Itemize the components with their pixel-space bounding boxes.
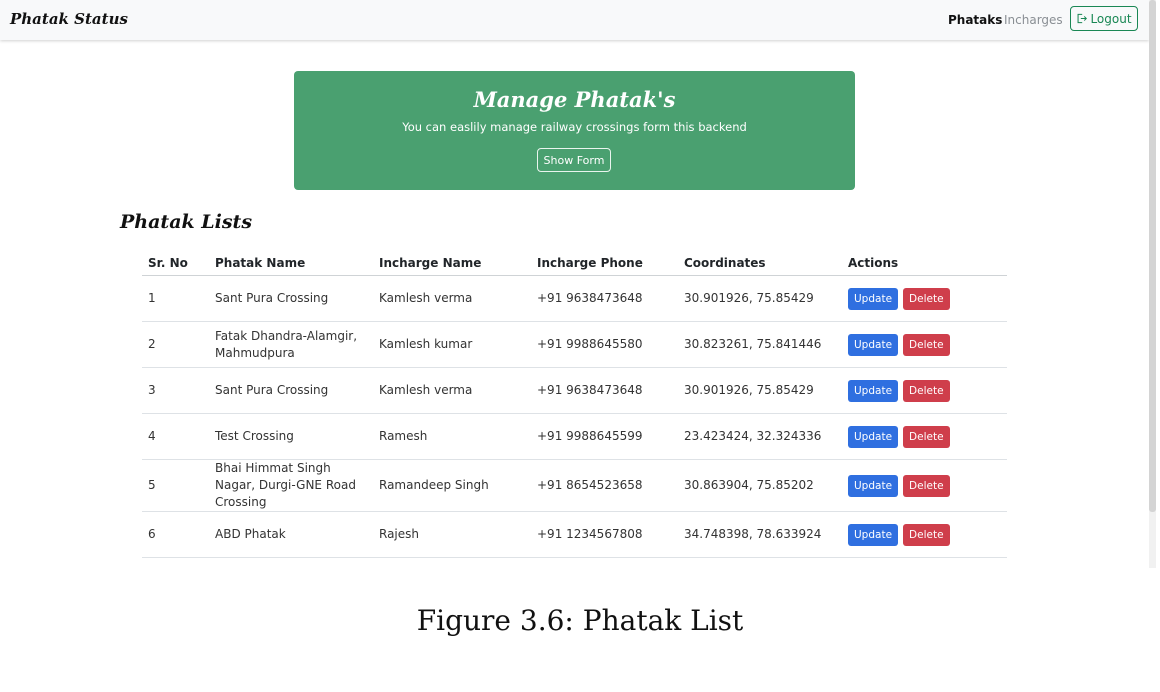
show-form-button[interactable]: Show Form	[537, 148, 611, 172]
hero-subtitle: You can easlily manage railway crossings…	[402, 120, 747, 134]
table-row-partial: UpdateDelete	[142, 557, 1007, 568]
cell-incharge-phone: +91 1234567808	[531, 511, 678, 558]
delete-button[interactable]: Delete	[903, 523, 950, 546]
column-header-incharge-phone: Incharge Phone	[531, 250, 678, 276]
update-button[interactable]: Update	[848, 379, 899, 402]
cell-incharge-phone: +91 8654523658	[531, 459, 678, 512]
delete-button[interactable]: Delete	[903, 287, 950, 310]
cell-actions: UpdateDelete	[842, 557, 1007, 568]
cell-phatak-name: Test Crossing	[209, 413, 373, 460]
logout-icon	[1076, 13, 1088, 24]
cell-phatak-name: Fatak Dhandra-Alamgir, Mahmudpura	[209, 321, 373, 368]
cell-actions: UpdateDelete	[842, 459, 1007, 512]
table-row: 4 Test Crossing Ramesh +91 9988645599 23…	[142, 413, 1007, 460]
cell-sr-no: 1	[142, 275, 209, 322]
column-header-incharge-name: Incharge Name	[373, 250, 531, 276]
cell-sr-no: 3	[142, 367, 209, 414]
delete-button[interactable]: Delete	[903, 425, 950, 448]
nav-link-incharges[interactable]: Incharges	[1004, 13, 1063, 27]
logout-button[interactable]: Logout	[1070, 6, 1138, 31]
cell-phatak-name: Bhai Himmat Singh Nagar, Durgi-GNE Road …	[209, 459, 373, 512]
cell-incharge-name: Kamlesh verma	[373, 367, 531, 414]
cell-coordinates: 30.863904, 75.85202	[678, 459, 842, 512]
cell-actions: UpdateDelete	[842, 511, 1007, 558]
update-button[interactable]: Update	[848, 474, 899, 497]
table-row: 5 Bhai Himmat Singh Nagar, Durgi-GNE Roa…	[142, 459, 1007, 512]
scrollbar[interactable]	[1149, 0, 1156, 568]
cell-sr-no: 4	[142, 413, 209, 460]
delete-button[interactable]: Delete	[903, 379, 950, 402]
column-header-coordinates: Coordinates	[678, 250, 842, 276]
cell-coordinates: 23.423424, 32.324336	[678, 413, 842, 460]
cell-incharge-name: Kamlesh verma	[373, 275, 531, 322]
column-header-phatak-name: Phatak Name	[209, 250, 373, 276]
cell-incharge-phone: +91 9988645599	[531, 413, 678, 460]
cell-incharge-phone: +91 9638473648	[531, 275, 678, 322]
cell-coordinates: 34.748398, 78.633924	[678, 511, 842, 558]
table-header-row: Sr. No Phatak Name Incharge Name Incharg…	[142, 250, 1007, 276]
brand-logo[interactable]: Phatak Status	[10, 10, 128, 28]
cell-phatak-name: ABD Phatak	[209, 511, 373, 558]
delete-button[interactable]: Delete	[903, 474, 950, 497]
cell-actions: UpdateDelete	[842, 367, 1007, 414]
cell-incharge-phone: +91 9638473648	[531, 367, 678, 414]
cell-coordinates: 30.901926, 75.85429	[678, 275, 842, 322]
cell-sr-no: 6	[142, 511, 209, 558]
cell-coordinates: 30.901926, 75.85429	[678, 367, 842, 414]
column-header-sr-no: Sr. No	[142, 250, 209, 276]
scrollbar-thumb[interactable]	[1149, 0, 1156, 512]
delete-button[interactable]: Delete	[903, 333, 950, 356]
cell-incharge-name: Ramesh	[373, 413, 531, 460]
update-button[interactable]: Update	[848, 425, 899, 448]
cell-incharge-name: Ramandeep Singh	[373, 459, 531, 512]
cell-actions: UpdateDelete	[842, 275, 1007, 322]
hero-title: Manage Phatak's	[473, 87, 676, 112]
cell-incharge-name: Kamlesh kumar	[373, 321, 531, 368]
table-row: 1 Sant Pura Crossing Kamlesh verma +91 9…	[142, 275, 1007, 322]
screenshot: Phatak Status Phataks Incharges Logout M…	[0, 0, 1160, 568]
phatak-table: Sr. No Phatak Name Incharge Name Incharg…	[142, 250, 1007, 568]
figure-caption: Figure 3.6: Phatak List	[416, 604, 744, 637]
cell-phatak-name: Sant Pura Crossing	[209, 275, 373, 322]
cell-sr-no: 5	[142, 459, 209, 512]
cell-actions: UpdateDelete	[842, 413, 1007, 460]
cell-coordinates: 30.823261, 75.841446	[678, 321, 842, 368]
table-row: 2 Fatak Dhandra-Alamgir, Mahmudpura Kaml…	[142, 321, 1007, 368]
update-button[interactable]: Update	[848, 333, 899, 356]
list-title: Phatak Lists	[120, 211, 253, 233]
cell-incharge-phone: +91 9988645580	[531, 321, 678, 368]
nav-link-phataks[interactable]: Phataks	[948, 13, 1002, 27]
cell-sr-no: 2	[142, 321, 209, 368]
table-row: 6 ABD Phatak Rajesh +91 1234567808 34.74…	[142, 511, 1007, 558]
cell-phatak-name: Sant Pura Crossing	[209, 367, 373, 414]
navbar: Phatak Status Phataks Incharges Logout	[0, 0, 1149, 40]
logout-label: Logout	[1090, 11, 1132, 26]
cell-incharge-name: Rajesh	[373, 511, 531, 558]
update-button[interactable]: Update	[848, 287, 899, 310]
table-row: 3 Sant Pura Crossing Kamlesh verma +91 9…	[142, 367, 1007, 414]
column-header-actions: Actions	[842, 250, 1007, 276]
cell-actions: UpdateDelete	[842, 321, 1007, 368]
hero-banner: Manage Phatak's You can easlily manage r…	[294, 71, 855, 190]
update-button[interactable]: Update	[848, 523, 899, 546]
